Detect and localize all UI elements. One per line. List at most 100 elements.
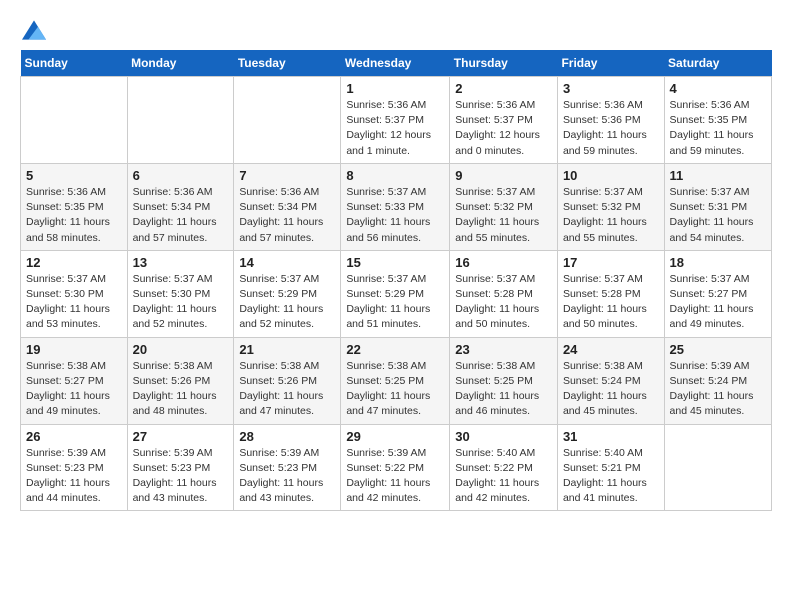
day-info: Sunrise: 5:37 AM Sunset: 5:33 PM Dayligh… [346, 185, 444, 246]
day-info: Sunrise: 5:37 AM Sunset: 5:28 PM Dayligh… [455, 272, 552, 333]
day-info: Sunrise: 5:37 AM Sunset: 5:32 PM Dayligh… [455, 185, 552, 246]
day-header-sunday: Sunday [21, 50, 128, 77]
day-number: 30 [455, 429, 552, 444]
day-number: 26 [26, 429, 122, 444]
calendar-cell: 21 Sunrise: 5:38 AM Sunset: 5:26 PM Dayli… [234, 337, 341, 424]
calendar-cell [21, 77, 128, 164]
calendar-cell: 18 Sunrise: 5:37 AM Sunset: 5:27 PM Dayli… [664, 250, 771, 337]
calendar-cell: 15 Sunrise: 5:37 AM Sunset: 5:29 PM Dayli… [341, 250, 450, 337]
day-info: Sunrise: 5:38 AM Sunset: 5:25 PM Dayligh… [455, 359, 552, 420]
calendar-cell: 25 Sunrise: 5:39 AM Sunset: 5:24 PM Dayli… [664, 337, 771, 424]
day-number: 1 [346, 81, 444, 96]
header [20, 20, 772, 40]
day-number: 4 [670, 81, 766, 96]
day-info: Sunrise: 5:38 AM Sunset: 5:25 PM Dayligh… [346, 359, 444, 420]
calendar-cell: 7 Sunrise: 5:36 AM Sunset: 5:34 PM Daylig… [234, 163, 341, 250]
day-info: Sunrise: 5:36 AM Sunset: 5:35 PM Dayligh… [26, 185, 122, 246]
day-number: 25 [670, 342, 766, 357]
day-number: 16 [455, 255, 552, 270]
logo [20, 20, 46, 40]
day-number: 5 [26, 168, 122, 183]
day-info: Sunrise: 5:38 AM Sunset: 5:24 PM Dayligh… [563, 359, 659, 420]
day-number: 28 [239, 429, 335, 444]
day-number: 6 [133, 168, 229, 183]
calendar-cell: 2 Sunrise: 5:36 AM Sunset: 5:37 PM Daylig… [450, 77, 558, 164]
calendar-cell: 30 Sunrise: 5:40 AM Sunset: 5:22 PM Dayli… [450, 424, 558, 511]
day-info: Sunrise: 5:36 AM Sunset: 5:37 PM Dayligh… [455, 98, 552, 159]
day-number: 2 [455, 81, 552, 96]
day-number: 14 [239, 255, 335, 270]
page: SundayMondayTuesdayWednesdayThursdayFrid… [0, 0, 792, 531]
calendar-row: 19 Sunrise: 5:38 AM Sunset: 5:27 PM Dayli… [21, 337, 772, 424]
day-number: 9 [455, 168, 552, 183]
calendar-cell: 11Sunrise: 5:37 AM Sunset: 5:31 PM Dayli… [664, 163, 771, 250]
calendar-cell: 29 Sunrise: 5:39 AM Sunset: 5:22 PM Dayli… [341, 424, 450, 511]
day-number: 13 [133, 255, 229, 270]
calendar-row: 12 Sunrise: 5:37 AM Sunset: 5:30 PM Dayli… [21, 250, 772, 337]
day-info: Sunrise: 5:40 AM Sunset: 5:21 PM Dayligh… [563, 446, 659, 507]
calendar-cell [234, 77, 341, 164]
calendar-row: 1 Sunrise: 5:36 AM Sunset: 5:37 PM Daylig… [21, 77, 772, 164]
day-info: Sunrise: 5:39 AM Sunset: 5:23 PM Dayligh… [26, 446, 122, 507]
day-info: Sunrise: 5:36 AM Sunset: 5:35 PM Dayligh… [670, 98, 766, 159]
day-info: Sunrise: 5:37 AM Sunset: 5:27 PM Dayligh… [670, 272, 766, 333]
calendar-cell: 20Sunrise: 5:38 AM Sunset: 5:26 PM Dayli… [127, 337, 234, 424]
day-number: 12 [26, 255, 122, 270]
day-info: Sunrise: 5:40 AM Sunset: 5:22 PM Dayligh… [455, 446, 552, 507]
calendar-cell: 8Sunrise: 5:37 AM Sunset: 5:33 PM Daylig… [341, 163, 450, 250]
day-info: Sunrise: 5:39 AM Sunset: 5:23 PM Dayligh… [133, 446, 229, 507]
calendar-cell: 9 Sunrise: 5:37 AM Sunset: 5:32 PM Daylig… [450, 163, 558, 250]
day-info: Sunrise: 5:39 AM Sunset: 5:22 PM Dayligh… [346, 446, 444, 507]
day-info: Sunrise: 5:38 AM Sunset: 5:27 PM Dayligh… [26, 359, 122, 420]
calendar-cell: 31 Sunrise: 5:40 AM Sunset: 5:21 PM Dayli… [557, 424, 664, 511]
calendar-cell: 23Sunrise: 5:38 AM Sunset: 5:25 PM Dayli… [450, 337, 558, 424]
day-number: 19 [26, 342, 122, 357]
day-number: 24 [563, 342, 659, 357]
calendar-cell: 5 Sunrise: 5:36 AM Sunset: 5:35 PM Daylig… [21, 163, 128, 250]
day-number: 15 [346, 255, 444, 270]
day-number: 22 [346, 342, 444, 357]
day-number: 29 [346, 429, 444, 444]
calendar-cell [664, 424, 771, 511]
day-info: Sunrise: 5:37 AM Sunset: 5:29 PM Dayligh… [239, 272, 335, 333]
day-number: 7 [239, 168, 335, 183]
day-number: 31 [563, 429, 659, 444]
day-header-monday: Monday [127, 50, 234, 77]
calendar-cell: 24 Sunrise: 5:38 AM Sunset: 5:24 PM Dayli… [557, 337, 664, 424]
day-info: Sunrise: 5:37 AM Sunset: 5:30 PM Dayligh… [133, 272, 229, 333]
calendar-cell: 12Sunrise: 5:37 AM Sunset: 5:30 PM Dayli… [21, 250, 128, 337]
day-number: 18 [670, 255, 766, 270]
logo-icon [22, 20, 46, 40]
day-info: Sunrise: 5:38 AM Sunset: 5:26 PM Dayligh… [133, 359, 229, 420]
calendar-cell: 19 Sunrise: 5:38 AM Sunset: 5:27 PM Dayli… [21, 337, 128, 424]
day-info: Sunrise: 5:39 AM Sunset: 5:24 PM Dayligh… [670, 359, 766, 420]
day-info: Sunrise: 5:36 AM Sunset: 5:37 PM Dayligh… [346, 98, 444, 159]
calendar-cell: 4 Sunrise: 5:36 AM Sunset: 5:35 PM Daylig… [664, 77, 771, 164]
calendar-table: SundayMondayTuesdayWednesdayThursdayFrid… [20, 50, 772, 511]
calendar-cell: 17 Sunrise: 5:37 AM Sunset: 5:28 PM Dayli… [557, 250, 664, 337]
calendar-cell: 1 Sunrise: 5:36 AM Sunset: 5:37 PM Daylig… [341, 77, 450, 164]
calendar-cell: 27 Sunrise: 5:39 AM Sunset: 5:23 PM Dayli… [127, 424, 234, 511]
calendar-cell: 6 Sunrise: 5:36 AM Sunset: 5:34 PM Daylig… [127, 163, 234, 250]
calendar-row: 26 Sunrise: 5:39 AM Sunset: 5:23 PM Dayli… [21, 424, 772, 511]
calendar-cell: 13 Sunrise: 5:37 AM Sunset: 5:30 PM Dayli… [127, 250, 234, 337]
calendar-cell: 28 Sunrise: 5:39 AM Sunset: 5:23 PM Dayli… [234, 424, 341, 511]
day-info: Sunrise: 5:37 AM Sunset: 5:28 PM Dayligh… [563, 272, 659, 333]
calendar-cell: 16 Sunrise: 5:37 AM Sunset: 5:28 PM Dayli… [450, 250, 558, 337]
day-info: Sunrise: 5:37 AM Sunset: 5:29 PM Dayligh… [346, 272, 444, 333]
day-header-friday: Friday [557, 50, 664, 77]
day-number: 27 [133, 429, 229, 444]
calendar-cell: 26 Sunrise: 5:39 AM Sunset: 5:23 PM Dayli… [21, 424, 128, 511]
day-info: Sunrise: 5:36 AM Sunset: 5:34 PM Dayligh… [239, 185, 335, 246]
day-number: 17 [563, 255, 659, 270]
calendar-cell [127, 77, 234, 164]
day-number: 11 [670, 168, 766, 183]
day-number: 21 [239, 342, 335, 357]
day-info: Sunrise: 5:36 AM Sunset: 5:34 PM Dayligh… [133, 185, 229, 246]
calendar-row: 5 Sunrise: 5:36 AM Sunset: 5:35 PM Daylig… [21, 163, 772, 250]
calendar-cell: 14 Sunrise: 5:37 AM Sunset: 5:29 PM Dayli… [234, 250, 341, 337]
day-info: Sunrise: 5:39 AM Sunset: 5:23 PM Dayligh… [239, 446, 335, 507]
day-info: Sunrise: 5:38 AM Sunset: 5:26 PM Dayligh… [239, 359, 335, 420]
day-header-saturday: Saturday [664, 50, 771, 77]
day-info: Sunrise: 5:37 AM Sunset: 5:32 PM Dayligh… [563, 185, 659, 246]
